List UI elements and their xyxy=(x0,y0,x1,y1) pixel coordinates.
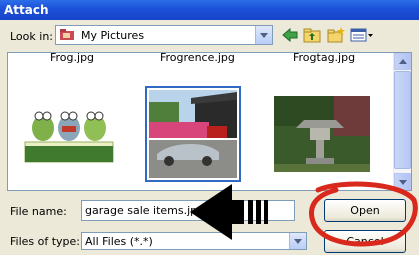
scrollbar-thumb[interactable] xyxy=(394,71,411,169)
file-thumbnail-frogrence[interactable] xyxy=(145,86,241,182)
files-of-type-value: All Files (*.*) xyxy=(85,235,153,248)
new-folder-icon[interactable] xyxy=(327,27,345,43)
files-of-type-label: Files of type: xyxy=(10,235,81,248)
file-name-label: Frogtag.jpg xyxy=(293,52,356,64)
vertical-scrollbar[interactable] xyxy=(393,53,411,190)
up-folder-icon[interactable] xyxy=(303,27,321,43)
look-in-label: Look in: xyxy=(10,30,53,43)
scroll-down-icon[interactable] xyxy=(394,173,411,190)
file-name-field-label: File name: xyxy=(10,205,67,218)
file-name-input[interactable]: garage sale items.jpg xyxy=(81,200,295,221)
title-bar[interactable]: Attach xyxy=(0,0,419,20)
views-menu-icon[interactable] xyxy=(350,27,374,43)
attach-dialog: Attach Look in: My Pictures Frog.jpg Fro… xyxy=(0,0,419,255)
file-name-label: Frogrence.jpg xyxy=(160,52,235,64)
open-button[interactable]: Open xyxy=(324,199,406,222)
files-of-type-dropdown[interactable]: All Files (*.*) xyxy=(81,232,307,250)
file-thumbnail-frogtag[interactable] xyxy=(274,86,370,182)
garage-sports-car-photo xyxy=(147,88,239,180)
pictures-folder-icon xyxy=(60,29,74,40)
chevron-down-icon[interactable] xyxy=(289,233,306,249)
back-arrow-icon[interactable] xyxy=(281,27,299,43)
file-name-label: Frog.jpg xyxy=(50,52,95,64)
window-title: Attach xyxy=(4,3,49,17)
cancel-button[interactable]: Cancel xyxy=(324,230,406,253)
file-list[interactable]: Frog.jpg Frogrence.jpg Frogtag.jpg xyxy=(7,52,412,191)
look-in-value: My Pictures xyxy=(81,29,145,42)
scroll-up-icon[interactable] xyxy=(394,53,411,70)
garden-stone-lantern-photo xyxy=(274,96,370,172)
look-in-dropdown[interactable]: My Pictures xyxy=(55,25,273,45)
file-thumbnail-frog[interactable] xyxy=(21,86,117,182)
frogs-figurines-icon xyxy=(21,86,117,182)
chevron-down-icon[interactable] xyxy=(255,26,272,44)
